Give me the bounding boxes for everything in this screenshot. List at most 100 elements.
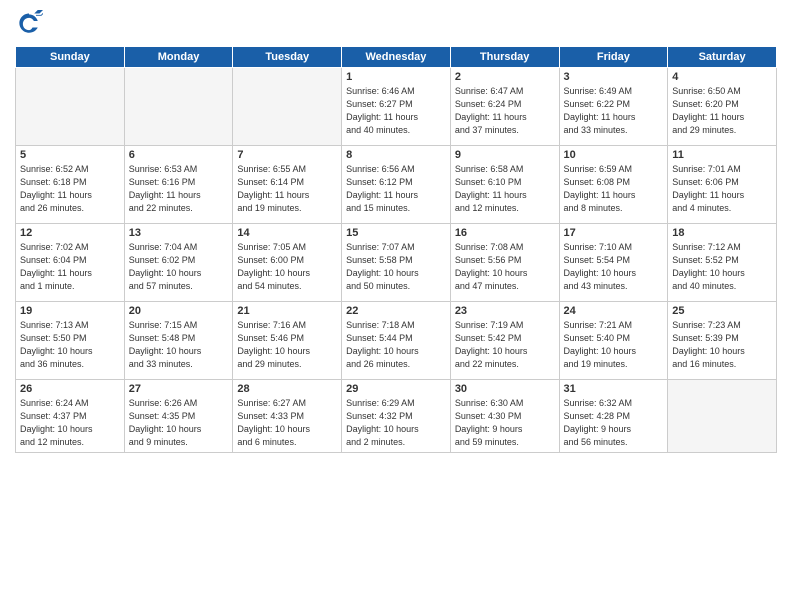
day-number: 27 (129, 383, 229, 395)
day-info: Sunrise: 7:18 AM Sunset: 5:44 PM Dayligh… (346, 319, 446, 371)
calendar-cell: 10 Sunrise: 6:59 AM Sunset: 6:08 PM Dayli… (559, 146, 668, 224)
calendar-cell: 26 Sunrise: 6:24 AM Sunset: 4:37 PM Dayli… (16, 380, 125, 453)
header (15, 10, 777, 38)
week-row-3: 12 Sunrise: 7:02 AM Sunset: 6:04 PM Dayli… (16, 224, 777, 302)
day-info: Sunrise: 7:10 AM Sunset: 5:54 PM Dayligh… (564, 241, 664, 293)
day-info: Sunrise: 7:08 AM Sunset: 5:56 PM Dayligh… (455, 241, 555, 293)
day-number: 31 (564, 383, 664, 395)
calendar-cell: 3 Sunrise: 6:49 AM Sunset: 6:22 PM Daylig… (559, 68, 668, 146)
weekday-header-thursday: Thursday (450, 47, 559, 68)
calendar-cell: 22 Sunrise: 7:18 AM Sunset: 5:44 PM Dayli… (342, 302, 451, 380)
day-number: 6 (129, 149, 229, 161)
calendar-cell: 24 Sunrise: 7:21 AM Sunset: 5:40 PM Dayli… (559, 302, 668, 380)
calendar-cell: 17 Sunrise: 7:10 AM Sunset: 5:54 PM Dayli… (559, 224, 668, 302)
day-number: 14 (237, 227, 337, 239)
day-info: Sunrise: 6:53 AM Sunset: 6:16 PM Dayligh… (129, 163, 229, 215)
logo (15, 10, 47, 38)
day-info: Sunrise: 7:04 AM Sunset: 6:02 PM Dayligh… (129, 241, 229, 293)
day-number: 11 (672, 149, 772, 161)
day-number: 13 (129, 227, 229, 239)
day-number: 12 (20, 227, 120, 239)
day-number: 29 (346, 383, 446, 395)
calendar-cell: 31 Sunrise: 6:32 AM Sunset: 4:28 PM Dayli… (559, 380, 668, 453)
day-info: Sunrise: 6:32 AM Sunset: 4:28 PM Dayligh… (564, 397, 664, 449)
week-row-1: 1 Sunrise: 6:46 AM Sunset: 6:27 PM Daylig… (16, 68, 777, 146)
calendar-cell: 16 Sunrise: 7:08 AM Sunset: 5:56 PM Dayli… (450, 224, 559, 302)
day-number: 8 (346, 149, 446, 161)
day-number: 18 (672, 227, 772, 239)
logo-icon (15, 10, 43, 38)
day-number: 10 (564, 149, 664, 161)
week-row-4: 19 Sunrise: 7:13 AM Sunset: 5:50 PM Dayli… (16, 302, 777, 380)
day-number: 20 (129, 305, 229, 317)
calendar-cell: 20 Sunrise: 7:15 AM Sunset: 5:48 PM Dayli… (124, 302, 233, 380)
calendar-cell: 29Sunrise: 6:29 AM Sunset: 4:32 PM Dayli… (342, 380, 451, 453)
day-info: Sunrise: 6:56 AM Sunset: 6:12 PM Dayligh… (346, 163, 446, 215)
calendar-header: SundayMondayTuesdayWednesdayThursdayFrid… (16, 47, 777, 68)
day-number: 25 (672, 305, 772, 317)
day-info: Sunrise: 7:07 AM Sunset: 5:58 PM Dayligh… (346, 241, 446, 293)
weekday-header-sunday: Sunday (16, 47, 125, 68)
day-info: Sunrise: 7:13 AM Sunset: 5:50 PM Dayligh… (20, 319, 120, 371)
day-info: Sunrise: 7:23 AM Sunset: 5:39 PM Dayligh… (672, 319, 772, 371)
day-info: Sunrise: 6:47 AM Sunset: 6:24 PM Dayligh… (455, 85, 555, 137)
calendar-cell (233, 68, 342, 146)
week-row-5: 26 Sunrise: 6:24 AM Sunset: 4:37 PM Dayli… (16, 380, 777, 453)
day-number: 4 (672, 71, 772, 83)
day-number: 19 (20, 305, 120, 317)
calendar-cell (16, 68, 125, 146)
calendar-cell: 1 Sunrise: 6:46 AM Sunset: 6:27 PM Daylig… (342, 68, 451, 146)
calendar-cell: 19 Sunrise: 7:13 AM Sunset: 5:50 PM Dayli… (16, 302, 125, 380)
calendar-cell: 9Sunrise: 6:58 AM Sunset: 6:10 PM Daylig… (450, 146, 559, 224)
day-info: Sunrise: 6:26 AM Sunset: 4:35 PM Dayligh… (129, 397, 229, 449)
weekday-header-friday: Friday (559, 47, 668, 68)
day-number: 23 (455, 305, 555, 317)
calendar-cell: 7Sunrise: 6:55 AM Sunset: 6:14 PM Daylig… (233, 146, 342, 224)
day-number: 26 (20, 383, 120, 395)
calendar: SundayMondayTuesdayWednesdayThursdayFrid… (15, 46, 777, 453)
calendar-cell: 23 Sunrise: 7:19 AM Sunset: 5:42 PM Dayli… (450, 302, 559, 380)
day-info: Sunrise: 6:52 AM Sunset: 6:18 PM Dayligh… (20, 163, 120, 215)
day-info: Sunrise: 6:55 AM Sunset: 6:14 PM Dayligh… (237, 163, 337, 215)
calendar-cell: 15Sunrise: 7:07 AM Sunset: 5:58 PM Dayli… (342, 224, 451, 302)
calendar-cell: 2Sunrise: 6:47 AM Sunset: 6:24 PM Daylig… (450, 68, 559, 146)
day-number: 1 (346, 71, 446, 83)
calendar-cell: 6 Sunrise: 6:53 AM Sunset: 6:16 PM Daylig… (124, 146, 233, 224)
page: SundayMondayTuesdayWednesdayThursdayFrid… (0, 0, 792, 612)
day-info: Sunrise: 7:05 AM Sunset: 6:00 PM Dayligh… (237, 241, 337, 293)
day-number: 3 (564, 71, 664, 83)
day-number: 21 (237, 305, 337, 317)
calendar-cell (668, 380, 777, 453)
day-info: Sunrise: 6:27 AM Sunset: 4:33 PM Dayligh… (237, 397, 337, 449)
day-number: 9 (455, 149, 555, 161)
day-info: Sunrise: 7:15 AM Sunset: 5:48 PM Dayligh… (129, 319, 229, 371)
calendar-cell: 13 Sunrise: 7:04 AM Sunset: 6:02 PM Dayli… (124, 224, 233, 302)
day-info: Sunrise: 7:16 AM Sunset: 5:46 PM Dayligh… (237, 319, 337, 371)
calendar-cell: 28 Sunrise: 6:27 AM Sunset: 4:33 PM Dayli… (233, 380, 342, 453)
day-info: Sunrise: 6:30 AM Sunset: 4:30 PM Dayligh… (455, 397, 555, 449)
calendar-cell: 5Sunrise: 6:52 AM Sunset: 6:18 PM Daylig… (16, 146, 125, 224)
day-number: 16 (455, 227, 555, 239)
day-number: 28 (237, 383, 337, 395)
calendar-cell: 18Sunrise: 7:12 AM Sunset: 5:52 PM Dayli… (668, 224, 777, 302)
day-number: 22 (346, 305, 446, 317)
calendar-cell: 30Sunrise: 6:30 AM Sunset: 4:30 PM Dayli… (450, 380, 559, 453)
day-info: Sunrise: 7:02 AM Sunset: 6:04 PM Dayligh… (20, 241, 120, 293)
weekday-header-tuesday: Tuesday (233, 47, 342, 68)
day-info: Sunrise: 6:46 AM Sunset: 6:27 PM Dayligh… (346, 85, 446, 137)
weekday-header-monday: Monday (124, 47, 233, 68)
day-info: Sunrise: 6:49 AM Sunset: 6:22 PM Dayligh… (564, 85, 664, 137)
calendar-cell: 14 Sunrise: 7:05 AM Sunset: 6:00 PM Dayli… (233, 224, 342, 302)
weekday-row: SundayMondayTuesdayWednesdayThursdayFrid… (16, 47, 777, 68)
day-info: Sunrise: 6:59 AM Sunset: 6:08 PM Dayligh… (564, 163, 664, 215)
day-info: Sunrise: 7:01 AM Sunset: 6:06 PM Dayligh… (672, 163, 772, 215)
day-number: 24 (564, 305, 664, 317)
calendar-cell: 8 Sunrise: 6:56 AM Sunset: 6:12 PM Daylig… (342, 146, 451, 224)
calendar-cell: 11 Sunrise: 7:01 AM Sunset: 6:06 PM Dayli… (668, 146, 777, 224)
calendar-cell: 21 Sunrise: 7:16 AM Sunset: 5:46 PM Dayli… (233, 302, 342, 380)
day-info: Sunrise: 7:19 AM Sunset: 5:42 PM Dayligh… (455, 319, 555, 371)
day-info: Sunrise: 7:21 AM Sunset: 5:40 PM Dayligh… (564, 319, 664, 371)
day-info: Sunrise: 6:24 AM Sunset: 4:37 PM Dayligh… (20, 397, 120, 449)
day-number: 17 (564, 227, 664, 239)
weekday-header-wednesday: Wednesday (342, 47, 451, 68)
